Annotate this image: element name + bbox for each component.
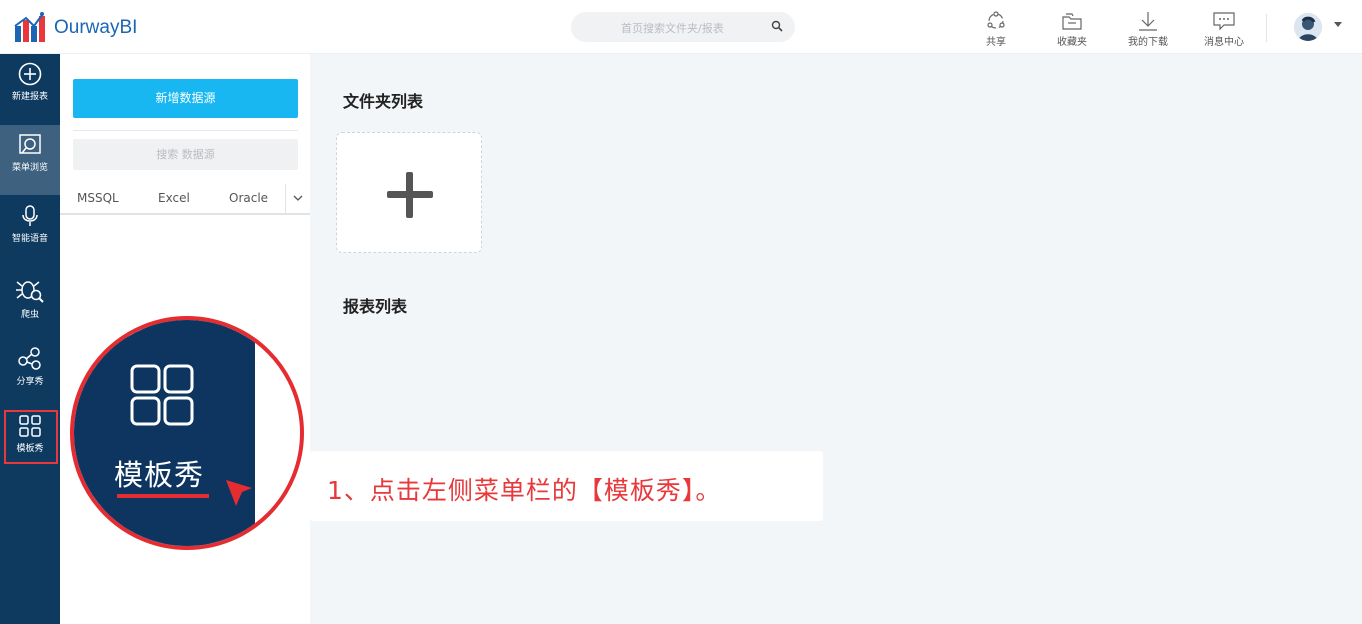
instruction-text: 1、点击左侧菜单栏的【模板秀】。 — [327, 476, 722, 505]
app-name: OurwayBI — [54, 17, 138, 38]
add-datasource-button[interactable]: 新增数据源 — [73, 79, 298, 118]
top-bar: OurwayBI 首页搜索文件夹/报表 共享 收藏夹 我的下载 消息中心 — [0, 0, 1362, 54]
share-nodes-icon — [18, 347, 41, 370]
plus-circle-icon — [18, 62, 42, 86]
message-center-button[interactable]: 消息中心 — [1194, 10, 1254, 48]
favorites-button[interactable]: 收藏夹 — [1042, 10, 1102, 48]
left-nav: 新建报表 菜单浏览 智能语音 爬虫 分享秀 模板秀 — [0, 54, 60, 624]
chevron-down-icon — [293, 195, 303, 201]
toolbar-divider — [1266, 14, 1267, 42]
nav-label-new-report: 新建报表 — [11, 92, 48, 102]
report-list-title: 报表列表 — [343, 297, 408, 316]
folder-favorite-icon — [1062, 13, 1082, 30]
nav-item-menu-browse[interactable]: 菜单浏览 — [0, 125, 60, 195]
share-button[interactable]: 共享 — [966, 10, 1026, 48]
datasource-tabs: MSSQL Excel Oracle — [60, 184, 310, 215]
global-search[interactable]: 首页搜索文件夹/报表 — [571, 12, 795, 42]
download-icon — [1139, 12, 1157, 31]
microphone-icon — [22, 205, 38, 226]
tab-mssql[interactable]: MSSQL — [77, 191, 119, 205]
favorites-label: 收藏夹 — [1057, 37, 1087, 48]
tab-oracle[interactable]: Oracle — [229, 191, 268, 205]
my-downloads-button[interactable]: 我的下载 — [1118, 10, 1178, 48]
app-logo[interactable]: OurwayBI — [14, 12, 137, 44]
zoom-template-show-label: 模板秀 — [114, 458, 205, 492]
nav-item-smart-voice[interactable]: 智能语音 — [0, 196, 60, 266]
tabs-expand-toggle[interactable] — [285, 184, 310, 213]
ourway-logo-icon — [14, 12, 45, 42]
avatar[interactable] — [1294, 13, 1322, 41]
panel-divider — [73, 130, 298, 131]
grid-icon — [130, 364, 194, 426]
message-center-label: 消息中心 — [1204, 37, 1244, 48]
nav-label-share-show: 分享秀 — [16, 377, 44, 387]
my-downloads-label: 我的下载 — [1128, 37, 1168, 48]
message-icon — [1213, 12, 1235, 31]
spider-icon — [16, 281, 44, 303]
plus-icon — [406, 172, 413, 218]
zoom-underline — [117, 494, 209, 498]
nav-label-menu-browse: 菜单浏览 — [11, 163, 48, 173]
user-avatar-icon — [1294, 13, 1322, 41]
tab-excel[interactable]: Excel — [158, 191, 190, 205]
instruction-callout: 1、点击左侧菜单栏的【模板秀】。 — [310, 451, 823, 521]
zoom-callout: 模板秀 — [70, 316, 304, 550]
nav-item-new-report[interactable]: 新建报表 — [0, 54, 60, 124]
search-icon[interactable] — [771, 20, 783, 32]
zoom-nav-background — [74, 320, 255, 546]
arrow-pointer-icon — [226, 480, 252, 506]
nav-item-share-show[interactable]: 分享秀 — [0, 339, 60, 409]
nav-label-spider: 爬虫 — [20, 310, 39, 320]
share-icon — [987, 11, 1005, 29]
nav-label-smart-voice: 智能语音 — [11, 234, 48, 244]
datasource-search-input[interactable]: 搜索 数据源 — [73, 139, 298, 170]
nav-item-spider[interactable]: 爬虫 — [0, 268, 60, 338]
user-menu-caret-icon[interactable] — [1334, 22, 1342, 27]
share-label: 共享 — [986, 37, 1006, 48]
menu-browse-icon — [19, 134, 41, 154]
add-folder-card[interactable] — [336, 132, 482, 253]
search-input[interactable]: 首页搜索文件夹/报表 — [621, 20, 724, 36]
folder-list-title: 文件夹列表 — [343, 92, 424, 111]
template-show-highlight-box — [4, 410, 58, 464]
